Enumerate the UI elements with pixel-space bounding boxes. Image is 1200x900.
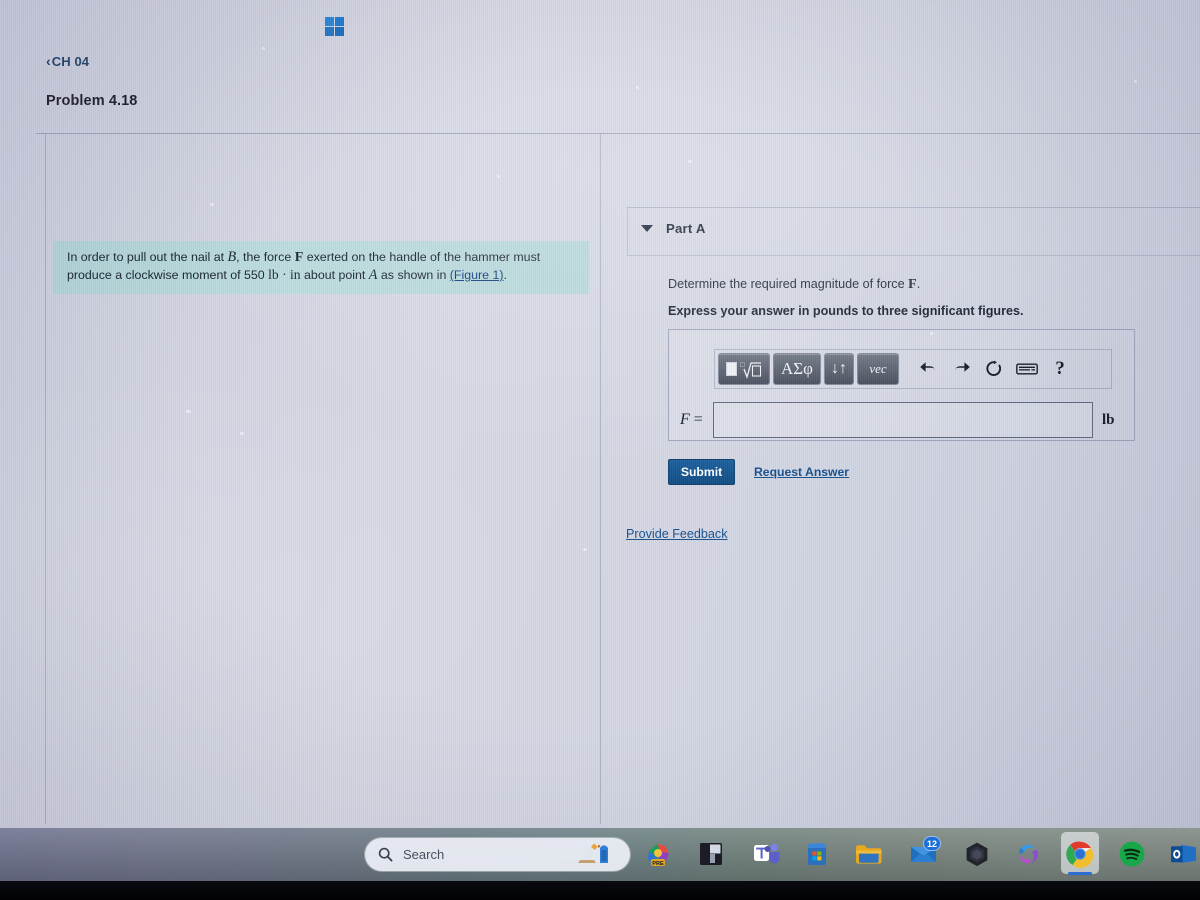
problem-var-b: B [227,249,237,265]
chrome-active-indicator [1068,872,1092,875]
taskbar-mail-icon[interactable]: 12 [906,835,942,873]
answer-instruction: Express your answer in pounds to three s… [668,304,1024,318]
up-down-arrows-icon: ↓↑ [831,360,847,377]
provide-feedback-link[interactable]: Provide Feedback [626,527,728,541]
outlook-icon [1170,841,1198,867]
breadcrumb-label: CH 04 [51,54,90,69]
prompt-text: Determine the required magnitude of forc… [668,277,909,291]
math-input-toolbar: □ ΑΣφ ↓↑ vec ? [714,349,1112,389]
taskbar-hexagon-icon[interactable] [959,835,995,873]
answer-field-label: F = [668,411,713,429]
vector-label: vec [869,361,887,376]
vector-button[interactable]: vec [857,353,899,385]
laptop-screen-photo: ‹CH 04 Problem 4.18 In order to pull out… [0,0,1200,900]
breadcrumb[interactable]: ‹CH 04 [46,53,89,69]
pen-notepad-icon [577,841,611,867]
folder-icon [854,842,884,866]
taskbar-copilot-pro-icon[interactable]: PRE [641,835,677,873]
taskbar-copilot-icon[interactable] [1011,835,1047,873]
back-chevron-icon: ‹ [46,53,51,69]
dark-hexagon-icon [964,841,990,868]
submit-button[interactable]: Submit [668,459,735,485]
answer-field-equals: = [689,411,703,428]
prompt-period: . [916,277,921,291]
part-a-panel [627,207,1200,255]
search-placeholder-text: Search [403,847,445,862]
answer-unit-label: lb [1102,411,1115,428]
header-divider [36,133,1200,134]
undo-arrow-icon [919,361,938,377]
microsoft-teams-icon [753,841,781,867]
problem-text-2: , the force [236,250,295,264]
page-title: Problem 4.18 [46,93,138,109]
start-button[interactable] [320,12,348,40]
square-placeholder-icon [726,362,737,376]
google-chrome-icon [1066,840,1094,868]
part-a-label: Part A [666,221,706,236]
part-a-header-divider [627,255,1200,256]
reset-button[interactable] [979,354,1009,384]
keyboard-button[interactable] [1012,354,1042,384]
problem-var-f: F [294,250,304,265]
help-button[interactable]: ? [1045,354,1075,384]
left-column-divider [45,134,46,824]
copilot-pre-icon: PRE [644,840,674,868]
greek-letters-label: ΑΣφ [781,359,813,378]
taskbar-teams-icon[interactable] [749,835,785,873]
keyboard-icon [1016,362,1038,376]
taskbar-app-dark-icon[interactable] [693,835,729,873]
svg-text:□: □ [740,361,745,369]
center-column-divider [600,134,601,824]
undo-button[interactable] [913,354,943,384]
taskbar-file-explorer-icon[interactable] [851,835,887,873]
answer-input[interactable] [713,402,1093,438]
math-templates-button[interactable]: □ [718,353,770,385]
taskbar-widgets-icon[interactable] [576,835,612,873]
refresh-circle-icon [985,360,1003,378]
mail-unread-badge: 12 [922,836,941,851]
more-templates-button[interactable]: ↓↑ [824,353,854,385]
laptop-bezel [0,881,1200,900]
problem-text-4: about point [300,268,369,282]
copilot-swirl-icon [1015,841,1043,867]
answer-field-row: F = lb [668,400,1135,440]
spotify-icon [1118,840,1146,868]
search-icon [378,847,393,862]
redo-button[interactable] [946,354,976,384]
problem-text-1: In order to pull out the nail at [67,250,228,264]
taskbar-chrome-icon[interactable] [1062,835,1098,873]
problem-statement-callout: In order to pull out the nail at B, the … [53,241,589,294]
taskbar-spotify-icon[interactable] [1114,835,1150,873]
svg-text:PRE: PRE [652,861,664,867]
question-prompt: Determine the required magnitude of forc… [668,277,920,293]
part-a-header[interactable]: Part A [641,221,706,236]
problem-text-5: as shown in [377,268,450,282]
caret-down-icon[interactable] [641,225,653,232]
nth-root-icon: □ [740,360,762,379]
problem-unit-lb-in: lb · in [268,267,301,282]
problem-text-6: . [503,268,507,282]
taskbar-store-icon[interactable] [799,835,835,873]
request-answer-link[interactable]: Request Answer [754,465,849,479]
microsoft-store-icon [803,841,831,867]
windows-logo-icon [324,16,344,36]
dark-square-app-icon [698,841,724,867]
figure-1-link[interactable]: (Figure 1) [450,268,504,282]
greek-symbols-button[interactable]: ΑΣφ [773,353,821,385]
question-mark-icon: ? [1055,358,1065,379]
redo-arrow-icon [952,361,971,377]
taskbar-outlook-icon[interactable] [1166,835,1200,873]
prompt-var-f: F [908,277,917,292]
answer-field-var: F [680,411,690,428]
